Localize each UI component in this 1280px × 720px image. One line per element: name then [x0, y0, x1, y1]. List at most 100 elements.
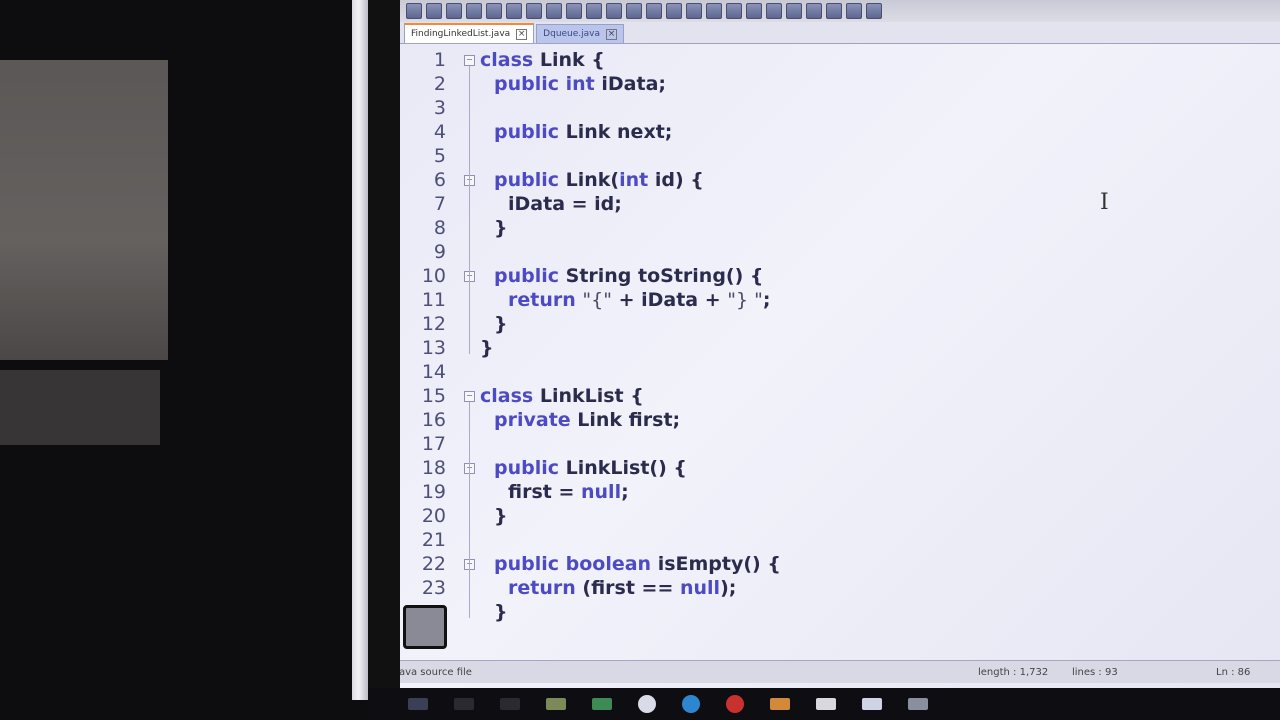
- line-number: 17: [421, 433, 446, 455]
- line-number: 21: [421, 529, 446, 551]
- line-number: 22: [421, 553, 446, 575]
- taskbar-app-icon[interactable]: [592, 698, 612, 710]
- code-line[interactable]: public Link(int id) {: [494, 168, 704, 192]
- tab-label: FindingLinkedList.java: [411, 29, 511, 39]
- fold-toggle-icon[interactable]: −: [464, 55, 475, 66]
- code-line[interactable]: public int iData;: [494, 72, 666, 96]
- line-number: 14: [421, 361, 446, 383]
- line-number: 3: [433, 97, 446, 119]
- open-file-icon[interactable]: [426, 3, 442, 19]
- line-number: 2: [433, 73, 446, 95]
- all-chars-icon[interactable]: [746, 3, 762, 19]
- redo-icon[interactable]: [606, 3, 622, 19]
- replace-icon[interactable]: [646, 3, 662, 19]
- line-number: 10: [421, 265, 446, 287]
- fold-toggle-icon[interactable]: −: [464, 391, 475, 402]
- start-icon[interactable]: [408, 698, 428, 710]
- find-icon[interactable]: [626, 3, 642, 19]
- word-wrap-icon[interactable]: [726, 3, 742, 19]
- copy-icon[interactable]: [546, 3, 562, 19]
- run-macro-icon[interactable]: [846, 3, 862, 19]
- taskbar-app-icon[interactable]: [862, 698, 882, 710]
- status-bar: Java source file length : 1,732 lines : …: [400, 660, 1280, 683]
- code-line[interactable]: public Link next;: [494, 120, 672, 144]
- code-editor[interactable]: 1 2 3 4 5 6 7 8 9 10 11 12 13 14 15 16 17 18 19 20 21 22 23 − −…: [400, 45, 1280, 655]
- code-line[interactable]: private Link first;: [494, 408, 680, 432]
- zoom-out-icon[interactable]: [686, 3, 702, 19]
- line-number: 16: [421, 409, 446, 431]
- save-macro-icon[interactable]: [866, 3, 882, 19]
- length-status: length : 1,732: [978, 666, 1049, 678]
- editor-window: FindingLinkedList.java × Dqueue.java × 1…: [400, 0, 1280, 688]
- code-line[interactable]: class Link {: [480, 48, 605, 72]
- search-icon[interactable]: [454, 698, 474, 710]
- code-line[interactable]: }: [494, 312, 508, 336]
- paste-icon[interactable]: [566, 3, 582, 19]
- line-number: 4: [433, 121, 446, 143]
- tab-dqueue[interactable]: Dqueue.java ×: [536, 24, 625, 43]
- background-wall: [0, 60, 168, 360]
- save-all-icon[interactable]: [466, 3, 482, 19]
- tab-bar: FindingLinkedList.java × Dqueue.java ×: [400, 22, 1280, 44]
- stop-macro-icon[interactable]: [806, 3, 822, 19]
- toolbar: [400, 0, 1280, 22]
- code-line[interactable]: }: [494, 216, 508, 240]
- taskbar-app-icon[interactable]: [546, 698, 566, 710]
- code-line[interactable]: public String toString() {: [494, 264, 763, 288]
- task-view-icon[interactable]: [500, 698, 520, 710]
- code-line[interactable]: return (first == null);: [508, 576, 736, 600]
- line-number-gutter: 1 2 3 4 5 6 7 8 9 10 11 12 13 14 15 16 17 18 19 20 21 22 23: [400, 45, 464, 655]
- close-tab-icon[interactable]: ×: [606, 28, 618, 40]
- sync-scroll-icon[interactable]: [706, 3, 722, 19]
- code-line[interactable]: }: [494, 600, 508, 624]
- edge-icon[interactable]: [682, 695, 700, 713]
- line-number: 6: [433, 169, 446, 191]
- tab-findinglinkedlist[interactable]: FindingLinkedList.java ×: [404, 23, 535, 43]
- line-number: 20: [421, 505, 446, 527]
- code-line[interactable]: iData = id;: [508, 192, 622, 216]
- tab-label: Dqueue.java: [543, 29, 601, 39]
- cut-icon[interactable]: [526, 3, 542, 19]
- code-line[interactable]: class LinkList {: [480, 384, 644, 408]
- line-number: 12: [421, 313, 446, 335]
- fold-guide: [469, 66, 470, 354]
- zoom-in-icon[interactable]: [666, 3, 682, 19]
- line-number: 13: [421, 337, 446, 359]
- taskbar-app-icon[interactable]: [908, 698, 928, 710]
- line-number: 15: [421, 385, 446, 407]
- line-number: 1: [433, 49, 446, 71]
- taskbar: [368, 688, 1280, 720]
- position-status: Ln : 86: [1216, 666, 1251, 678]
- line-number: 9: [433, 241, 446, 263]
- code-area[interactable]: class Link {public int iData; public Link…: [480, 45, 1260, 655]
- language-status: Java source file: [400, 666, 472, 678]
- line-number: 23: [421, 577, 446, 599]
- undo-icon[interactable]: [586, 3, 602, 19]
- code-line[interactable]: first = null;: [508, 480, 629, 504]
- line-number: 5: [433, 145, 446, 167]
- indent-guide-icon[interactable]: [766, 3, 782, 19]
- code-line[interactable]: public LinkList() {: [494, 456, 687, 480]
- close-tab-icon[interactable]: ×: [516, 28, 528, 40]
- save-icon[interactable]: [446, 3, 462, 19]
- line-number: 18: [421, 457, 446, 479]
- code-line[interactable]: public boolean isEmpty() {: [494, 552, 781, 576]
- code-line[interactable]: }: [480, 336, 494, 360]
- fold-margin: −−−−−−: [464, 45, 478, 655]
- mouse-cursor-icon: I: [1100, 190, 1109, 215]
- line-number: 11: [421, 289, 446, 311]
- record-macro-icon[interactable]: [786, 3, 802, 19]
- close-icon[interactable]: [486, 3, 502, 19]
- new-file-icon[interactable]: [406, 3, 422, 19]
- code-line[interactable]: }: [494, 504, 508, 528]
- overlay-button[interactable]: [403, 605, 447, 649]
- file-explorer-icon[interactable]: [816, 698, 836, 710]
- play-macro-icon[interactable]: [826, 3, 842, 19]
- lines-status: lines : 93: [1072, 666, 1118, 678]
- line-number: 19: [421, 481, 446, 503]
- print-icon[interactable]: [506, 3, 522, 19]
- taskbar-app-icon[interactable]: [770, 698, 790, 710]
- code-line[interactable]: return "{" + iData + "} ";: [508, 288, 771, 312]
- taskbar-app-icon[interactable]: [638, 695, 656, 713]
- taskbar-app-icon[interactable]: [726, 695, 744, 713]
